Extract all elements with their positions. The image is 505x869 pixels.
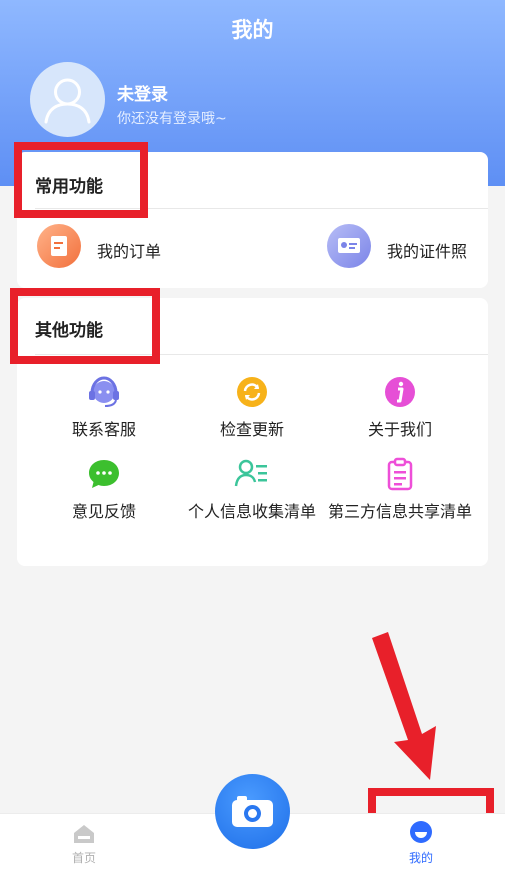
personal-info-list-label: 个人信息收集清单 (187, 502, 316, 521)
login-status[interactable]: 未登录 (117, 80, 168, 105)
feedback-label: 意见反馈 (71, 502, 136, 521)
feedback-item[interactable]: 意见反馈 (29, 456, 179, 524)
page-title: 我的 (231, 18, 274, 42)
id-photo-icon (327, 224, 371, 268)
check-update-item[interactable]: 检查更新 (177, 374, 327, 442)
tab-mine[interactable]: 我的 (381, 814, 461, 869)
clipboard-icon (387, 457, 413, 491)
info-icon (385, 377, 415, 407)
mine-face-icon (410, 821, 432, 843)
annotation-arrow-icon (372, 632, 436, 780)
user-list-icon (234, 459, 267, 487)
user-avatar-icon (44, 78, 91, 124)
tab-mine-label: 我的 (408, 851, 433, 865)
login-hint: 你还没有登录哦~ (117, 111, 227, 127)
avatar[interactable] (30, 62, 105, 137)
camera-button[interactable] (215, 774, 290, 849)
home-icon (74, 825, 94, 843)
annotation-box-other (10, 288, 160, 364)
check-update-label: 检查更新 (219, 420, 284, 439)
headset-icon (89, 376, 119, 407)
about-us-item[interactable]: 关于我们 (325, 374, 475, 442)
personal-info-list-item[interactable]: 个人信息收集清单 (177, 456, 327, 524)
annotation-box-common (14, 142, 148, 218)
refresh-icon (237, 377, 267, 407)
contact-support-label: 联系客服 (71, 420, 136, 439)
third-party-sharing-item[interactable]: 第三方信息共享清单 (325, 456, 475, 524)
camera-icon (232, 796, 273, 827)
tab-home-label: 首页 (71, 851, 96, 865)
about-us-label: 关于我们 (367, 420, 432, 439)
tab-home[interactable]: 首页 (44, 814, 124, 869)
chat-bubble-icon (89, 460, 119, 488)
contact-support-item[interactable]: 联系客服 (29, 374, 179, 442)
third-party-sharing-label: 第三方信息共享清单 (327, 502, 472, 521)
order-icon (37, 224, 81, 268)
my-id-photo-label: 我的证件照 (387, 242, 468, 261)
my-orders-label: 我的订单 (97, 242, 162, 261)
